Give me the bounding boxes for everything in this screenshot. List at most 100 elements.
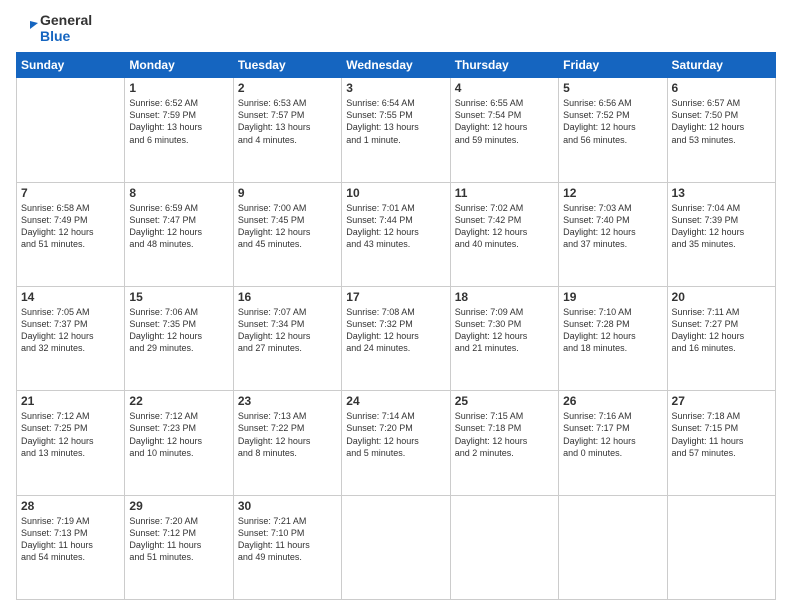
calendar-cell: 2Sunrise: 6:53 AMSunset: 7:57 PMDaylight… xyxy=(233,78,341,182)
day-of-week-header: Monday xyxy=(125,53,233,78)
cell-content: Sunrise: 7:11 AMSunset: 7:27 PMDaylight:… xyxy=(672,306,771,355)
calendar-cell: 13Sunrise: 7:04 AMSunset: 7:39 PMDayligh… xyxy=(667,182,775,286)
logo-general: General xyxy=(40,12,92,28)
day-number: 27 xyxy=(672,394,771,408)
cell-content: Sunrise: 6:56 AMSunset: 7:52 PMDaylight:… xyxy=(563,97,662,146)
calendar-cell xyxy=(450,495,558,599)
calendar-cell: 17Sunrise: 7:08 AMSunset: 7:32 PMDayligh… xyxy=(342,286,450,390)
calendar-cell xyxy=(342,495,450,599)
day-number: 23 xyxy=(238,394,337,408)
cell-content: Sunrise: 6:54 AMSunset: 7:55 PMDaylight:… xyxy=(346,97,445,146)
day-number: 6 xyxy=(672,81,771,95)
calendar-week-row: 7Sunrise: 6:58 AMSunset: 7:49 PMDaylight… xyxy=(17,182,776,286)
page: General Blue SundayMondayTuesdayWednesda… xyxy=(0,0,792,612)
calendar-cell xyxy=(667,495,775,599)
day-number: 24 xyxy=(346,394,445,408)
day-number: 12 xyxy=(563,186,662,200)
day-number: 20 xyxy=(672,290,771,304)
day-number: 29 xyxy=(129,499,228,513)
cell-content: Sunrise: 7:14 AMSunset: 7:20 PMDaylight:… xyxy=(346,410,445,459)
day-number: 19 xyxy=(563,290,662,304)
calendar-cell: 20 Sunrise: 7:11 AMSunset: 7:27 PMDayligh… xyxy=(667,286,775,390)
calendar-cell: 22Sunrise: 7:12 AMSunset: 7:23 PMDayligh… xyxy=(125,391,233,495)
cell-content: Sunrise: 7:09 AMSunset: 7:30 PMDaylight:… xyxy=(455,306,554,355)
calendar-cell: 24 Sunrise: 7:14 AMSunset: 7:20 PMDayligh… xyxy=(342,391,450,495)
day-of-week-header: Thursday xyxy=(450,53,558,78)
calendar-cell: 28 Sunrise: 7:19 AMSunset: 7:13 PMDayligh… xyxy=(17,495,125,599)
cell-content: Sunrise: 6:57 AMSunset: 7:50 PMDaylight:… xyxy=(672,97,771,146)
cell-content: Sunrise: 7:18 AMSunset: 7:15 PMDaylight:… xyxy=(672,410,771,459)
cell-content: Sunrise: 6:52 AMSunset: 7:59 PMDaylight:… xyxy=(129,97,228,146)
logo: General Blue xyxy=(16,12,92,44)
calendar-cell: 14Sunrise: 7:05 AMSunset: 7:37 PMDayligh… xyxy=(17,286,125,390)
calendar-cell: 26 Sunrise: 7:16 AMSunset: 7:17 PMDayligh… xyxy=(559,391,667,495)
calendar-header: SundayMondayTuesdayWednesdayThursdayFrid… xyxy=(17,53,776,78)
calendar-cell: 9 Sunrise: 7:00 AMSunset: 7:45 PMDaylight… xyxy=(233,182,341,286)
calendar-cell: 29 Sunrise: 7:20 AMSunset: 7:12 PMDayligh… xyxy=(125,495,233,599)
calendar-cell: 16Sunrise: 7:07 AMSunset: 7:34 PMDayligh… xyxy=(233,286,341,390)
calendar-cell: 5 Sunrise: 6:56 AMSunset: 7:52 PMDaylight… xyxy=(559,78,667,182)
calendar-body: 1 Sunrise: 6:52 AMSunset: 7:59 PMDaylight… xyxy=(17,78,776,600)
day-number: 9 xyxy=(238,186,337,200)
calendar-cell: 3 Sunrise: 6:54 AMSunset: 7:55 PMDaylight… xyxy=(342,78,450,182)
day-number: 14 xyxy=(21,290,120,304)
day-number: 17 xyxy=(346,290,445,304)
day-of-week-header: Friday xyxy=(559,53,667,78)
cell-content: Sunrise: 7:06 AMSunset: 7:35 PMDaylight:… xyxy=(129,306,228,355)
cell-content: Sunrise: 7:21 AMSunset: 7:10 PMDaylight:… xyxy=(238,515,337,564)
calendar-cell xyxy=(559,495,667,599)
calendar-cell xyxy=(17,78,125,182)
day-number: 25 xyxy=(455,394,554,408)
cell-content: Sunrise: 7:02 AMSunset: 7:42 PMDaylight:… xyxy=(455,202,554,251)
day-number: 4 xyxy=(455,81,554,95)
day-of-week-header: Saturday xyxy=(667,53,775,78)
day-number: 28 xyxy=(21,499,120,513)
day-number: 16 xyxy=(238,290,337,304)
day-number: 26 xyxy=(563,394,662,408)
calendar-cell: 7Sunrise: 6:58 AMSunset: 7:49 PMDaylight… xyxy=(17,182,125,286)
calendar-cell: 25 Sunrise: 7:15 AMSunset: 7:18 PMDayligh… xyxy=(450,391,558,495)
day-number: 10 xyxy=(346,186,445,200)
header-row: SundayMondayTuesdayWednesdayThursdayFrid… xyxy=(17,53,776,78)
cell-content: Sunrise: 7:10 AMSunset: 7:28 PMDaylight:… xyxy=(563,306,662,355)
logo-blue: Blue xyxy=(40,28,92,44)
day-number: 15 xyxy=(129,290,228,304)
cell-content: Sunrise: 7:15 AMSunset: 7:18 PMDaylight:… xyxy=(455,410,554,459)
calendar-cell: 19 Sunrise: 7:10 AMSunset: 7:28 PMDayligh… xyxy=(559,286,667,390)
cell-content: Sunrise: 7:03 AMSunset: 7:40 PMDaylight:… xyxy=(563,202,662,251)
calendar-cell: 6 Sunrise: 6:57 AMSunset: 7:50 PMDaylight… xyxy=(667,78,775,182)
cell-content: Sunrise: 7:16 AMSunset: 7:17 PMDaylight:… xyxy=(563,410,662,459)
header: General Blue xyxy=(16,12,776,44)
calendar-cell: 1 Sunrise: 6:52 AMSunset: 7:59 PMDaylight… xyxy=(125,78,233,182)
day-number: 8 xyxy=(129,186,228,200)
day-of-week-header: Sunday xyxy=(17,53,125,78)
calendar-week-row: 14Sunrise: 7:05 AMSunset: 7:37 PMDayligh… xyxy=(17,286,776,390)
logo-bird-icon xyxy=(16,17,38,39)
cell-content: Sunrise: 6:55 AMSunset: 7:54 PMDaylight:… xyxy=(455,97,554,146)
day-number: 5 xyxy=(563,81,662,95)
day-number: 22 xyxy=(129,394,228,408)
calendar-cell: 10Sunrise: 7:01 AMSunset: 7:44 PMDayligh… xyxy=(342,182,450,286)
calendar-cell: 30 Sunrise: 7:21 AMSunset: 7:10 PMDayligh… xyxy=(233,495,341,599)
calendar-cell: 21 Sunrise: 7:12 AMSunset: 7:25 PMDayligh… xyxy=(17,391,125,495)
day-number: 21 xyxy=(21,394,120,408)
cell-content: Sunrise: 7:20 AMSunset: 7:12 PMDaylight:… xyxy=(129,515,228,564)
calendar-cell: 27 Sunrise: 7:18 AMSunset: 7:15 PMDayligh… xyxy=(667,391,775,495)
cell-content: Sunrise: 7:00 AMSunset: 7:45 PMDaylight:… xyxy=(238,202,337,251)
calendar-week-row: 21 Sunrise: 7:12 AMSunset: 7:25 PMDayligh… xyxy=(17,391,776,495)
cell-content: Sunrise: 7:12 AMSunset: 7:25 PMDaylight:… xyxy=(21,410,120,459)
cell-content: Sunrise: 7:04 AMSunset: 7:39 PMDaylight:… xyxy=(672,202,771,251)
calendar-week-row: 28 Sunrise: 7:19 AMSunset: 7:13 PMDayligh… xyxy=(17,495,776,599)
day-number: 1 xyxy=(129,81,228,95)
cell-content: Sunrise: 6:53 AMSunset: 7:57 PMDaylight:… xyxy=(238,97,337,146)
day-number: 11 xyxy=(455,186,554,200)
day-number: 3 xyxy=(346,81,445,95)
cell-content: Sunrise: 7:19 AMSunset: 7:13 PMDaylight:… xyxy=(21,515,120,564)
cell-content: Sunrise: 6:59 AMSunset: 7:47 PMDaylight:… xyxy=(129,202,228,251)
day-number: 30 xyxy=(238,499,337,513)
day-of-week-header: Wednesday xyxy=(342,53,450,78)
calendar-cell: 15 Sunrise: 7:06 AMSunset: 7:35 PMDayligh… xyxy=(125,286,233,390)
calendar-cell: 4 Sunrise: 6:55 AMSunset: 7:54 PMDaylight… xyxy=(450,78,558,182)
calendar-table: SundayMondayTuesdayWednesdayThursdayFrid… xyxy=(16,52,776,600)
calendar-cell: 12 Sunrise: 7:03 AMSunset: 7:40 PMDayligh… xyxy=(559,182,667,286)
